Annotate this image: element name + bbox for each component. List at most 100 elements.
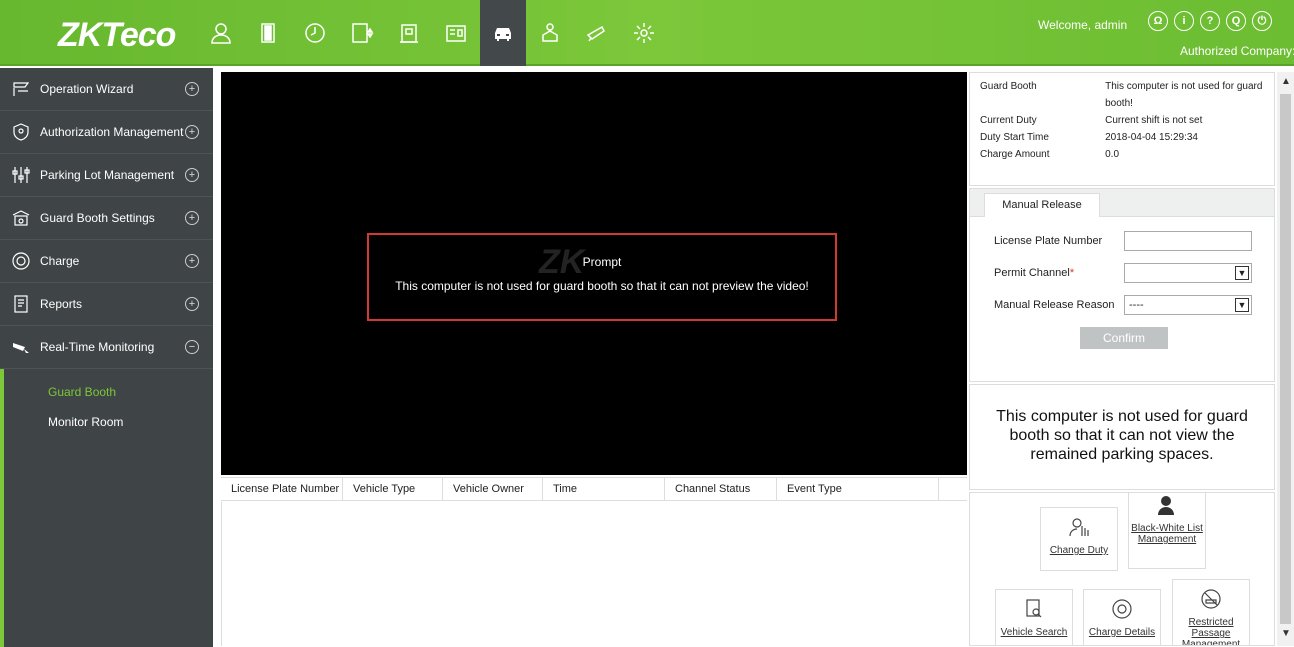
person-icon — [1069, 518, 1089, 537]
sidebar-item-label: Reports — [40, 297, 83, 311]
event-table-header: License Plate Number Vehicle Type Vehicl… — [221, 477, 967, 501]
scroll-up-icon[interactable]: ▲ — [1281, 76, 1291, 87]
collapse-icon[interactable]: − — [185, 340, 199, 354]
info-value: Current shift is not set — [1105, 115, 1203, 126]
info-value: 2018-04-04 15:29:34 — [1105, 132, 1198, 143]
sidebar-item-operation-wizard[interactable]: Operation Wizard + — [0, 68, 213, 111]
license-plate-input[interactable] — [1124, 231, 1252, 251]
sidebar-item-label: Authorization Management — [40, 125, 184, 139]
patrol-module-icon[interactable] — [527, 0, 573, 66]
sidebar-subitem-guard-booth[interactable]: Guard Booth — [48, 377, 213, 407]
sidebar-subnav: Guard Booth Monitor Room — [0, 369, 213, 647]
vehicle-search-button[interactable]: Vehicle Search — [995, 589, 1073, 645]
search-icon — [1026, 599, 1042, 618]
personnel-module-icon[interactable] — [198, 0, 244, 66]
scroll-down-icon[interactable]: ▼ — [1281, 628, 1291, 639]
expand-icon[interactable]: + — [185, 211, 199, 225]
permit-channel-select[interactable]: ▼ — [1124, 263, 1252, 283]
office-module-icon[interactable] — [433, 0, 479, 66]
info-value: 0.0 — [1105, 149, 1120, 160]
prompt-message: This computer is not used for guard boot… — [395, 279, 809, 293]
tab-manual-release[interactable]: Manual Release — [984, 193, 1100, 217]
column-header[interactable]: Vehicle Type — [343, 478, 443, 500]
sliders-icon — [12, 166, 30, 184]
info-label: Charge Amount — [980, 149, 1050, 160]
restricted-passage-button[interactable]: Restricted Passage Management — [1172, 579, 1250, 645]
charge-details-button[interactable]: Charge Details — [1083, 589, 1161, 645]
coin-icon — [1112, 599, 1132, 619]
support-icon[interactable]: Q — [1226, 11, 1246, 31]
confirm-button[interactable]: Confirm — [1080, 327, 1168, 349]
column-header[interactable]: License Plate Number — [221, 478, 343, 500]
guard-booth-info: Guard Booth This computer is not used for… — [969, 72, 1275, 186]
change-duty-button[interactable]: Change Duty — [1040, 507, 1118, 571]
expand-icon[interactable]: + — [185, 168, 199, 182]
access-module-icon[interactable] — [245, 0, 291, 66]
shield-icon — [12, 123, 30, 141]
report-icon — [12, 295, 30, 313]
elevator-module-icon[interactable] — [339, 0, 385, 66]
sidebar-item-label: Parking Lot Management — [40, 168, 175, 182]
quick-actions: Change Duty Black-White List Management … — [969, 492, 1275, 646]
info-value: This computer is not used for guard boot… — [1105, 81, 1263, 109]
parking-module-icon[interactable] — [480, 0, 526, 66]
event-table-body — [221, 502, 967, 646]
black-white-list-button[interactable]: Black-White List Management — [1128, 493, 1206, 569]
user-icon[interactable]: Ω — [1148, 11, 1168, 31]
right-panel: Guard Booth This computer is not used for… — [969, 72, 1275, 646]
user-list-icon — [1158, 496, 1174, 515]
booth-icon — [12, 209, 30, 227]
column-header[interactable]: Time — [543, 478, 665, 500]
release-reason-select[interactable]: ---- ▼ — [1124, 295, 1252, 315]
sidebar-item-real-time-monitoring[interactable]: Real-Time Monitoring − — [0, 326, 213, 369]
logo-watermark: ZK — [539, 243, 585, 281]
sidebar-item-label: Operation Wizard — [40, 82, 134, 96]
sidebar-subitem-monitor-room[interactable]: Monitor Room — [48, 407, 213, 437]
welcome-text: Welcome, admin — [1038, 18, 1128, 32]
prompt-box: ZK Prompt This computer is not used for … — [367, 233, 837, 321]
column-header[interactable]: Event Type — [777, 478, 939, 500]
no-car-icon — [1201, 589, 1221, 609]
top-bar: ZKTeco Welcome, admin Ω i ? Q ⏻ Authoriz… — [0, 0, 1294, 66]
scroll-thumb[interactable] — [1280, 94, 1291, 624]
expand-icon[interactable]: + — [185, 125, 199, 139]
expand-icon[interactable]: + — [185, 82, 199, 96]
sidebar: Operation Wizard + Authorization Managem… — [0, 68, 213, 647]
column-header[interactable]: Vehicle Owner — [443, 478, 543, 500]
plate-label: License Plate Number — [994, 235, 1103, 247]
chevron-down-icon: ▼ — [1235, 266, 1249, 280]
manual-release-panel: Manual Release License Plate Number Perm… — [969, 188, 1275, 382]
time-module-icon[interactable] — [292, 0, 338, 66]
coin-icon — [12, 252, 30, 270]
info-label: Guard Booth — [980, 81, 1037, 92]
column-header[interactable]: Channel Status — [665, 478, 777, 500]
video-preview: ZK Prompt This computer is not used for … — [221, 72, 967, 475]
sidebar-item-charge[interactable]: Charge + — [0, 240, 213, 283]
settings-module-icon[interactable] — [621, 0, 667, 66]
channel-label: Permit Channel* — [994, 267, 1075, 279]
expand-icon[interactable]: + — [185, 254, 199, 268]
right-scrollbar[interactable]: ▲ ▼ — [1277, 72, 1294, 646]
parking-spaces-message: This computer is not used for guard boot… — [969, 384, 1275, 490]
inspection-module-icon[interactable] — [574, 0, 620, 66]
module-nav — [198, 0, 668, 66]
info-icon[interactable]: i — [1174, 11, 1194, 31]
power-icon[interactable]: ⏻ — [1252, 11, 1272, 31]
sidebar-item-guard-booth-settings[interactable]: Guard Booth Settings + — [0, 197, 213, 240]
reason-label: Manual Release Reason — [994, 299, 1115, 311]
sidebar-item-parking-lot-management[interactable]: Parking Lot Management + — [0, 154, 213, 197]
sidebar-item-reports[interactable]: Reports + — [0, 283, 213, 326]
prompt-title: Prompt — [582, 255, 622, 269]
info-label: Current Duty — [980, 115, 1037, 126]
authorized-company: Authorized Company: 1 — [1180, 44, 1294, 58]
wizard-icon — [12, 80, 30, 98]
sidebar-item-authorization-management[interactable]: Authorization Management + — [0, 111, 213, 154]
sidebar-item-label: Guard Booth Settings — [40, 211, 155, 225]
camera-icon — [12, 338, 30, 356]
tab-bar: Manual Release — [970, 189, 1274, 217]
expand-icon[interactable]: + — [185, 297, 199, 311]
visitor-module-icon[interactable] — [386, 0, 432, 66]
sidebar-item-label: Real-Time Monitoring — [40, 340, 155, 354]
info-label: Duty Start Time — [980, 132, 1049, 143]
help-icon[interactable]: ? — [1200, 11, 1220, 31]
